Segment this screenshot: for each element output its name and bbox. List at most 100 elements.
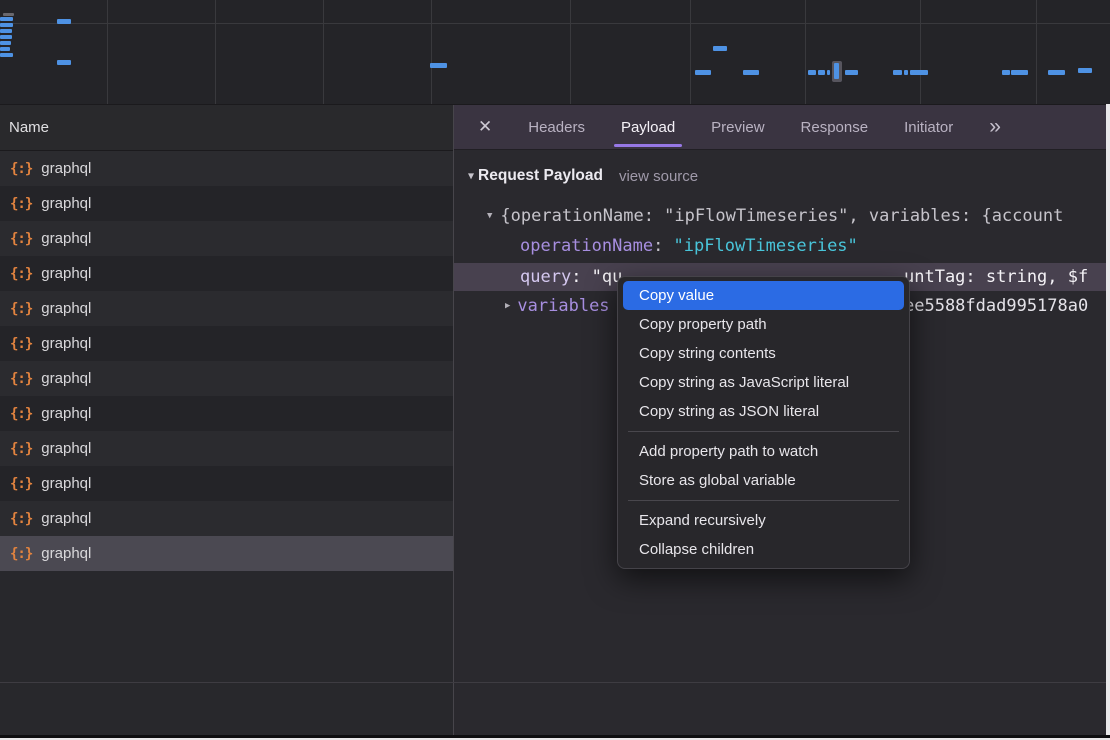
window-right-edge	[1106, 104, 1110, 740]
request-timing-bar	[430, 63, 447, 68]
menu-item-copy-string-as-json-literal[interactable]: Copy string as JSON literal	[623, 397, 904, 426]
devtools-network-panel: Name {:}graphql{:}graphql{:}graphql{:}gr…	[0, 0, 1110, 740]
request-row[interactable]: {:}graphql	[0, 326, 453, 361]
request-timing-bar	[0, 41, 11, 45]
overview-gridline	[570, 0, 571, 104]
request-timing-bar	[695, 70, 711, 75]
section-expanded-icon[interactable]: ▼	[468, 171, 474, 182]
requests-panel: Name {:}graphql{:}graphql{:}graphql{:}gr…	[0, 105, 453, 740]
request-row[interactable]: {:} graphql	[0, 361, 453, 396]
request-row[interactable]: {:} graphql	[0, 466, 453, 501]
request-timing-bar	[818, 70, 825, 75]
variables-collapsed-icon[interactable]: ▶	[505, 301, 510, 311]
overview-gridline	[805, 0, 806, 104]
request-row[interactable]: {:}graphql	[0, 536, 453, 571]
name-column-label: Name	[9, 119, 49, 136]
request-timing-bar	[1002, 70, 1010, 75]
variables-value-right-fragment: ee5588fdad995178a0	[904, 296, 1088, 316]
menu-item-expand-recursively[interactable]: Expand recursively	[623, 506, 904, 535]
payload-row-operation-name[interactable]: operationName: "ipFlowTimeseries"	[454, 231, 1106, 261]
request-timing-bar	[743, 70, 759, 75]
json-braces-icon: {:}	[10, 196, 32, 212]
panel-splitter[interactable]	[453, 105, 454, 740]
more-tabs-icon[interactable]: »	[989, 115, 1001, 139]
menu-item-store-as-global-variable[interactable]: Store as global variable	[623, 466, 904, 495]
request-timing-bar	[0, 47, 10, 51]
property-key: operationName	[520, 236, 653, 256]
overview-gridline	[1036, 0, 1037, 104]
menu-separator	[628, 431, 899, 432]
menu-item-collapse-children[interactable]: Collapse children	[623, 535, 904, 564]
property-key: query	[520, 267, 571, 287]
menu-item-copy-value[interactable]: Copy value	[623, 281, 904, 310]
menu-item-add-property-path-to-watch[interactable]: Add property path to watch	[623, 437, 904, 466]
tab-response[interactable]: Response	[801, 105, 869, 150]
menu-item-copy-property-path[interactable]: Copy property path	[623, 310, 904, 339]
column-header-name[interactable]: Name	[0, 105, 453, 151]
request-timing-bar	[808, 70, 816, 75]
request-row[interactable]: {:} graphql	[0, 151, 453, 186]
request-row[interactable]: {:}graphql	[0, 501, 453, 536]
request-name: graphql	[41, 265, 91, 282]
overview-horizontal-gridline	[0, 23, 1110, 24]
property-key: variables	[517, 296, 609, 316]
json-braces-icon: {:}	[10, 161, 32, 177]
request-row[interactable]: {:} graphql	[0, 186, 453, 221]
view-source-link[interactable]: view source	[619, 168, 698, 185]
overview-gridline	[431, 0, 432, 104]
request-row[interactable]: {:} graphql	[0, 431, 453, 466]
request-name: graphql	[41, 230, 91, 247]
request-name: graphql	[41, 475, 91, 492]
request-name: graphql	[41, 405, 91, 422]
request-row[interactable]: {:} graphql	[0, 221, 453, 256]
overview-gridline	[920, 0, 921, 104]
tab-headers[interactable]: Headers	[528, 105, 585, 150]
root-expanded-icon[interactable]: ▼	[487, 211, 492, 221]
menu-item-copy-string-as-javascript-literal[interactable]: Copy string as JavaScript literal	[623, 368, 904, 397]
request-timing-bar	[1048, 70, 1065, 75]
payload-root-preview[interactable]: ▼ {operationName: "ipFlowTimeseries", va…	[454, 201, 1106, 231]
json-braces-icon: {:}	[10, 371, 32, 387]
request-row[interactable]: {:} graphql	[0, 396, 453, 431]
request-name: graphql	[41, 510, 91, 527]
context-menu: Copy valueCopy property pathCopy string …	[617, 276, 910, 569]
menu-item-copy-string-contents[interactable]: Copy string contents	[623, 339, 904, 368]
key-separator: :	[653, 236, 673, 256]
request-name: graphql	[41, 440, 91, 457]
request-timing-bar	[1078, 68, 1092, 73]
request-timing-bar	[0, 35, 12, 39]
root-preview-text: {operationName: "ipFlowTimeseries", vari…	[500, 206, 1063, 226]
network-overview[interactable]	[0, 0, 1110, 105]
request-row[interactable]: {:} graphql	[0, 291, 453, 326]
request-name: graphql	[41, 335, 91, 352]
close-icon[interactable]: ✕	[478, 117, 492, 137]
selected-request-marker-bar	[834, 63, 839, 79]
request-name: graphql	[41, 195, 91, 212]
tab-initiator[interactable]: Initiator	[904, 105, 953, 150]
tab-preview[interactable]: Preview	[711, 105, 764, 150]
key-separator: :	[571, 267, 591, 287]
request-timing-bar	[904, 70, 908, 75]
request-name: graphql	[41, 160, 91, 177]
request-timing-bar	[893, 70, 902, 75]
json-braces-icon: {:}	[10, 231, 32, 247]
request-name: graphql	[41, 370, 91, 387]
json-braces-icon: {:}	[10, 476, 32, 492]
request-list: {:} graphql {:} graphql {:} graphql {:} graphql…	[0, 151, 453, 571]
query-value-right-fragment: untTag: string, $f	[904, 267, 1088, 287]
request-row[interactable]: {:}graphql	[0, 256, 453, 291]
tab-payload[interactable]: Payload	[621, 105, 675, 150]
json-braces-icon: {:}	[10, 301, 32, 317]
request-timing-bar	[1011, 70, 1028, 75]
json-braces-icon: {:}	[10, 441, 32, 457]
menu-separator	[628, 500, 899, 501]
payload-section-header: ▼ Request Payload view source	[454, 161, 1106, 191]
request-timing-bar	[0, 17, 13, 21]
request-timing-bar	[0, 23, 13, 27]
request-timing-bar	[57, 19, 71, 24]
property-value-string: "ipFlowTimeseries"	[674, 236, 858, 256]
request-name: graphql	[41, 545, 91, 562]
request-timing-bar	[3, 13, 14, 16]
request-name: graphql	[41, 300, 91, 317]
json-braces-icon: {:}	[10, 406, 32, 422]
